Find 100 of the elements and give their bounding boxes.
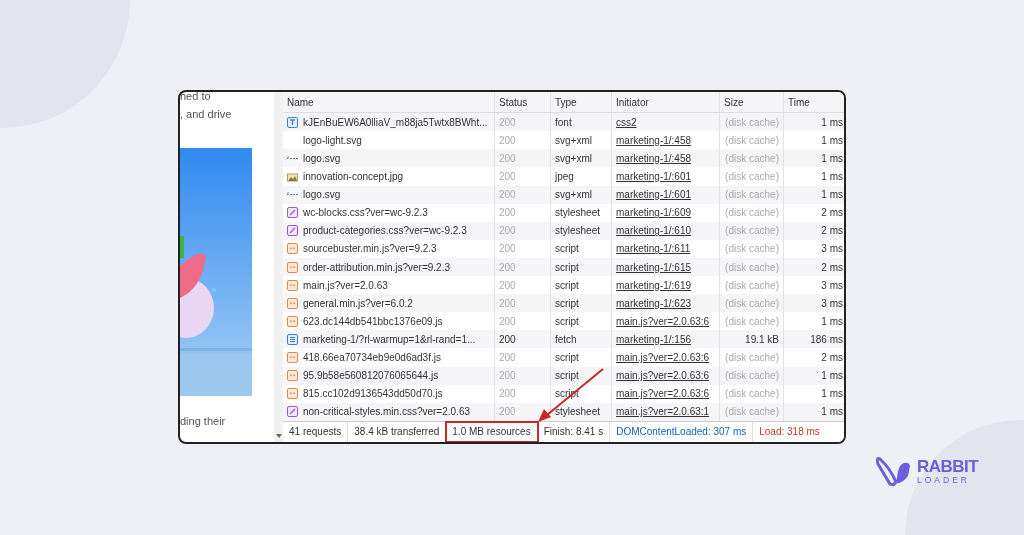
file-stylesheet-icon bbox=[287, 207, 298, 219]
summary-text: 41 requests bbox=[283, 421, 349, 442]
file-name[interactable]: marketing-1/?rl-warmup=1&rl-rand=1... bbox=[303, 331, 476, 347]
summary-text: 38.4 kB transferred bbox=[348, 421, 447, 442]
file-name[interactable]: wc-blocks.css?ver=wc-9.2.3 bbox=[303, 205, 428, 221]
initiator-link[interactable]: marketing-1/:458 bbox=[616, 150, 692, 166]
text-line: ned to bbox=[180, 92, 212, 104]
initiator-link[interactable]: main.js?ver=2.0.63:6 bbox=[616, 368, 710, 384]
file-script-icon bbox=[287, 388, 298, 400]
size-value: (disk cache) bbox=[725, 188, 779, 203]
size-value: (disk cache) bbox=[725, 296, 779, 311]
status-code: 200 bbox=[499, 296, 516, 311]
status-code: 200 bbox=[499, 369, 516, 384]
initiator-link[interactable]: main.js?ver=2.0.63:6 bbox=[616, 386, 710, 402]
file-name[interactable]: 623.dc144db541bbc1376e09.js bbox=[303, 313, 443, 329]
size-value: (disk cache) bbox=[725, 278, 779, 293]
logo-text: RABBIT bbox=[917, 458, 979, 475]
file-name[interactable]: order-attribution.min.js?ver=9.2.3 bbox=[303, 259, 451, 275]
status-code: 200 bbox=[499, 350, 516, 365]
time-value: 1 ms bbox=[821, 151, 843, 166]
size-value: (disk cache) bbox=[725, 133, 779, 148]
resource-type: font bbox=[555, 115, 572, 130]
status-code: 200 bbox=[499, 170, 516, 185]
status-code: 200 bbox=[499, 260, 516, 275]
initiator-link[interactable]: main.js?ver=2.0.63:6 bbox=[616, 313, 710, 329]
initiator-link[interactable]: main.js?ver=2.0.63:6 bbox=[616, 349, 710, 365]
initiator-link[interactable]: marketing-1/:609 bbox=[616, 205, 692, 221]
status-code: 200 bbox=[499, 224, 516, 239]
file-script-icon bbox=[287, 243, 298, 255]
scroll-arrow-icon[interactable] bbox=[275, 434, 282, 438]
file-name[interactable]: 418.66ea70734eb9e0d6ad3f.js bbox=[303, 349, 441, 365]
resource-type: script bbox=[555, 260, 579, 275]
file-name[interactable]: 815.cc102d9136543dd50d70.js bbox=[303, 386, 443, 402]
initiator-link[interactable]: main.js?ver=2.0.63:1 bbox=[616, 404, 710, 420]
column-header[interactable]: Initiator bbox=[612, 92, 720, 113]
resource-type: script bbox=[555, 242, 579, 257]
column-header[interactable]: Time bbox=[784, 92, 844, 113]
initiator-link[interactable]: marketing-1/:156 bbox=[616, 331, 692, 347]
resource-type: svg+xml bbox=[555, 133, 592, 148]
status-code: 200 bbox=[499, 387, 516, 402]
time-value: 2 ms bbox=[821, 350, 843, 365]
file-name[interactable]: logo.svg bbox=[303, 150, 341, 166]
initiator-link[interactable]: marketing-1/:619 bbox=[616, 277, 692, 293]
time-value: 2 ms bbox=[821, 260, 843, 275]
time-value: 3 ms bbox=[821, 296, 843, 311]
file-script-icon bbox=[287, 370, 298, 382]
file-name[interactable]: general.min.js?ver=6.0.2 bbox=[303, 295, 413, 311]
initiator-link[interactable]: marketing-1/:601 bbox=[616, 187, 692, 203]
summary-text: DOMContentLoaded: 307 ms bbox=[610, 421, 754, 442]
column-header[interactable]: Name bbox=[283, 92, 495, 113]
initiator-link[interactable]: marketing-1/:610 bbox=[616, 223, 692, 239]
column-header[interactable]: Status bbox=[495, 92, 551, 113]
status-code: 200 bbox=[499, 151, 516, 166]
file-name[interactable]: product-categories.css?ver=wc-9.2.3 bbox=[303, 223, 467, 239]
size-value: (disk cache) bbox=[725, 350, 779, 365]
file-name[interactable]: logo.svg bbox=[303, 187, 341, 203]
column-header[interactable]: Size bbox=[720, 92, 784, 113]
resource-type: svg+xml bbox=[555, 151, 592, 166]
initiator-link[interactable]: marketing-1/:611 bbox=[616, 241, 691, 257]
resource-type: svg+xml bbox=[555, 188, 592, 203]
status-code: 200 bbox=[499, 242, 516, 257]
file-stylesheet-icon bbox=[287, 225, 298, 237]
resource-type: script bbox=[555, 369, 579, 384]
size-value: (disk cache) bbox=[725, 314, 779, 329]
file-name[interactable]: 95.9b58e560812076065644.js bbox=[303, 368, 439, 384]
initiator-link[interactable]: marketing-1/:623 bbox=[616, 295, 692, 311]
resource-type: script bbox=[555, 278, 579, 293]
resource-type: script bbox=[555, 314, 579, 329]
highlighted-summary: 1.0 MB resources bbox=[446, 421, 538, 442]
status-code: 200 bbox=[499, 314, 516, 329]
file-name[interactable]: non-critical-styles.min.css?ver=2.0.63 bbox=[303, 404, 470, 420]
status-code: 200 bbox=[499, 133, 516, 148]
file-name[interactable]: logo-light.svg bbox=[303, 132, 362, 148]
initiator-link[interactable]: marketing-1/:615 bbox=[616, 259, 692, 275]
file-script-icon bbox=[287, 279, 298, 291]
time-value: 2 ms bbox=[821, 224, 843, 239]
column-header[interactable]: Type bbox=[551, 92, 612, 113]
file-name[interactable]: sourcebuster.min.js?ver=9.2.3 bbox=[303, 241, 437, 257]
time-value: 1 ms bbox=[821, 170, 843, 185]
time-value: 3 ms bbox=[821, 242, 843, 257]
size-value: (disk cache) bbox=[725, 115, 779, 130]
initiator-link[interactable]: marketing-1/:601 bbox=[616, 169, 692, 185]
time-value: 1 ms bbox=[821, 405, 843, 420]
resource-type: script bbox=[555, 296, 579, 311]
initiator-link[interactable]: css2 bbox=[616, 114, 637, 130]
text-line: ding their bbox=[180, 414, 227, 429]
resource-type: stylesheet bbox=[555, 224, 601, 239]
file-name[interactable]: main.js?ver=2.0.63 bbox=[303, 277, 388, 293]
resource-type: fetch bbox=[555, 332, 577, 347]
status-code: 200 bbox=[499, 115, 516, 130]
initiator-link[interactable]: marketing-1/:458 bbox=[616, 132, 692, 148]
status-code: 200 bbox=[499, 332, 516, 347]
status-code: 200 bbox=[499, 188, 516, 203]
file-stylesheet-icon bbox=[287, 406, 298, 418]
size-value: (disk cache) bbox=[725, 224, 779, 239]
time-value: 1 ms bbox=[821, 188, 843, 203]
file-name[interactable]: kJEnBuEW6A0lliaV_m88ja5Twtx8BWht... bbox=[303, 114, 488, 130]
time-value: 1 ms bbox=[821, 133, 843, 148]
file-name[interactable]: innovation-concept.jpg bbox=[303, 169, 404, 185]
resource-type: stylesheet bbox=[555, 206, 601, 221]
